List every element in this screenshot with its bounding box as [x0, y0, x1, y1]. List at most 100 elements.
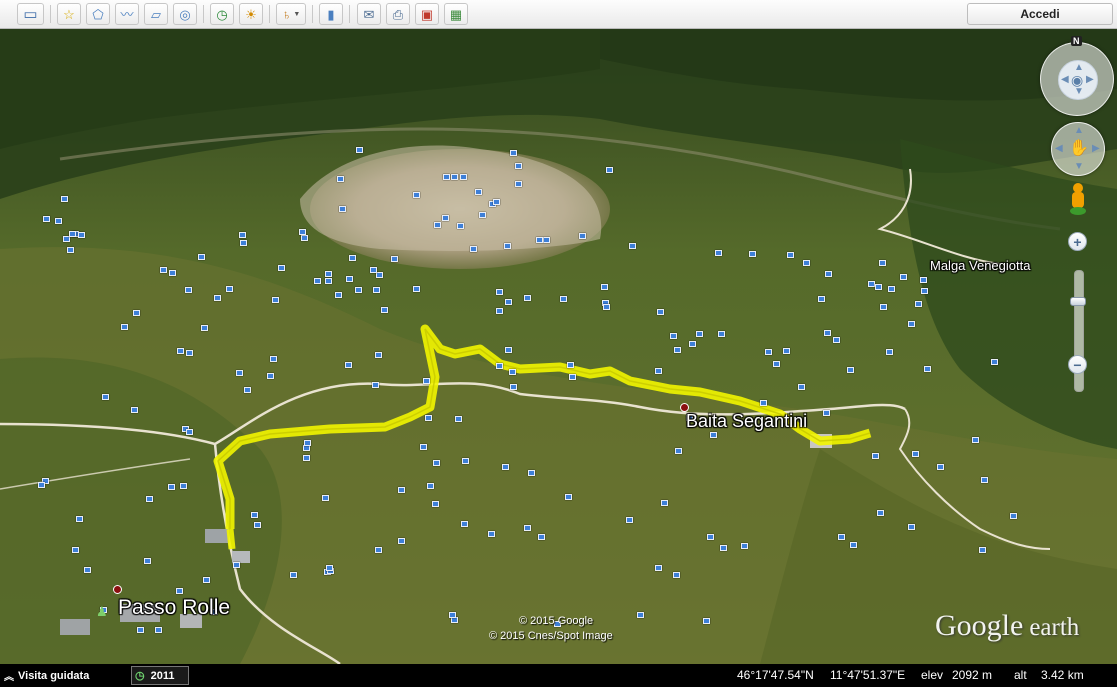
photo-pin-icon[interactable] [505, 347, 512, 353]
photo-pin-icon[interactable] [185, 287, 192, 293]
photo-pin-icon[interactable] [337, 176, 344, 182]
photo-pin-icon[interactable] [144, 558, 151, 564]
photo-pin-icon[interactable] [749, 251, 756, 257]
photo-pin-icon[interactable] [425, 415, 432, 421]
photo-pin-icon[interactable] [226, 286, 233, 292]
photo-pin-icon[interactable] [798, 384, 805, 390]
photo-pin-icon[interactable] [475, 189, 482, 195]
photo-pin-icon[interactable] [443, 174, 450, 180]
photo-pin-icon[interactable] [133, 310, 140, 316]
photo-pin-icon[interactable] [84, 567, 91, 573]
photo-pin-icon[interactable] [349, 255, 356, 261]
photo-pin-icon[interactable] [186, 429, 193, 435]
photo-pin-icon[interactable] [528, 470, 535, 476]
photo-pin-icon[interactable] [924, 366, 931, 372]
photo-pin-icon[interactable] [335, 292, 342, 298]
photo-pin-icon[interactable] [462, 458, 469, 464]
photo-pin-icon[interactable] [168, 484, 175, 490]
photo-pin-icon[interactable] [783, 348, 790, 354]
photo-pin-icon[interactable] [536, 237, 543, 243]
photo-pin-icon[interactable] [345, 362, 352, 368]
photo-pin-icon[interactable] [880, 304, 887, 310]
photo-pin-icon[interactable] [496, 308, 503, 314]
photo-pin-icon[interactable] [696, 331, 703, 337]
photo-pin-icon[interactable] [214, 295, 221, 301]
photo-pin-icon[interactable] [236, 370, 243, 376]
photo-pin-icon[interactable] [55, 218, 62, 224]
photo-pin-icon[interactable] [180, 483, 187, 489]
photo-pin-icon[interactable] [655, 565, 662, 571]
photo-pin-icon[interactable] [457, 223, 464, 229]
photo-pin-icon[interactable] [155, 627, 162, 633]
historical-imagery-year[interactable]: ◷ 2011 [131, 666, 189, 685]
photo-pin-icon[interactable] [838, 534, 845, 540]
photo-pin-icon[interactable] [433, 460, 440, 466]
photo-pin-icon[interactable] [524, 525, 531, 531]
photo-pin-icon[interactable] [825, 271, 832, 277]
photo-pin-icon[interactable] [773, 361, 780, 367]
photo-pin-icon[interactable] [413, 192, 420, 198]
photo-pin-icon[interactable] [509, 369, 516, 375]
photo-pin-icon[interactable] [198, 254, 205, 260]
passo-marker[interactable] [113, 585, 122, 594]
photo-pin-icon[interactable] [325, 278, 332, 284]
map-view[interactable]: Malga Venegiotta Baita Segantini Passo R… [0, 29, 1117, 664]
photo-pin-icon[interactable] [449, 612, 456, 618]
photo-pin-icon[interactable] [76, 516, 83, 522]
photo-pin-icon[interactable] [689, 341, 696, 347]
photo-pin-icon[interactable] [715, 250, 722, 256]
photo-pin-icon[interactable] [427, 483, 434, 489]
signin-button[interactable]: Accedi [967, 3, 1113, 25]
photo-pin-icon[interactable] [356, 147, 363, 153]
photo-pin-icon[interactable] [233, 562, 240, 568]
photo-pin-icon[interactable] [251, 512, 258, 518]
street-view-pegman[interactable] [1069, 183, 1087, 219]
label-malga-venegiotta[interactable]: Malga Venegiotta [930, 258, 1030, 273]
photo-pin-icon[interactable] [375, 547, 382, 553]
photo-pin-icon[interactable] [760, 400, 767, 406]
print-button[interactable]: ⎙ [386, 3, 410, 25]
add-overlay-button[interactable]: ▱ [144, 3, 168, 25]
photo-pin-icon[interactable] [912, 451, 919, 457]
photo-pin-icon[interactable] [373, 287, 380, 293]
move-control[interactable]: ▲ ▼ ◀ ▶ ✋ [1051, 122, 1105, 176]
label-passo-rolle[interactable]: Passo Rolle [118, 596, 230, 620]
photo-pin-icon[interactable] [131, 407, 138, 413]
photo-pin-icon[interactable] [451, 174, 458, 180]
record-tour-button[interactable]: ◎ [173, 3, 197, 25]
photo-pin-icon[interactable] [803, 260, 810, 266]
photo-pin-icon[interactable] [538, 534, 545, 540]
photo-pin-icon[interactable] [673, 572, 680, 578]
photo-pin-icon[interactable] [765, 349, 772, 355]
photo-pin-icon[interactable] [675, 448, 682, 454]
photo-pin-icon[interactable] [146, 496, 153, 502]
photo-pin-icon[interactable] [579, 233, 586, 239]
photo-pin-icon[interactable] [720, 545, 727, 551]
photo-pin-icon[interactable] [267, 373, 274, 379]
photo-pin-icon[interactable] [325, 271, 332, 277]
photo-pin-icon[interactable] [299, 229, 306, 235]
photo-pin-icon[interactable] [461, 521, 468, 527]
sunlight-button[interactable]: ☀ [239, 3, 263, 25]
photo-pin-icon[interactable] [381, 307, 388, 313]
photo-pin-icon[interactable] [710, 432, 717, 438]
photo-pin-icon[interactable] [423, 378, 430, 384]
photo-pin-icon[interactable] [488, 531, 495, 537]
photo-pin-icon[interactable] [991, 359, 998, 365]
add-placemark-button[interactable]: ☆ [57, 3, 81, 25]
label-baita-segantini[interactable]: Baita Segantini [686, 411, 807, 432]
photo-pin-icon[interactable] [398, 538, 405, 544]
photo-pin-icon[interactable] [524, 295, 531, 301]
photo-pin-icon[interactable] [674, 347, 681, 353]
zoom-in-button[interactable]: + [1068, 232, 1087, 251]
save-image-button[interactable]: ▦ [444, 3, 468, 25]
photo-pin-icon[interactable] [707, 534, 714, 540]
photo-pin-icon[interactable] [981, 477, 988, 483]
photo-pin-icon[interactable] [915, 301, 922, 307]
tour-guide-button[interactable]: ︽ Visita guidata [4, 667, 89, 684]
photo-pin-icon[interactable] [979, 547, 986, 553]
photo-pin-icon[interactable] [569, 374, 576, 380]
switch-planet-button[interactable]: ♄ ▼ [276, 3, 306, 25]
photo-pin-icon[interactable] [339, 206, 346, 212]
photo-pin-icon[interactable] [239, 232, 246, 238]
